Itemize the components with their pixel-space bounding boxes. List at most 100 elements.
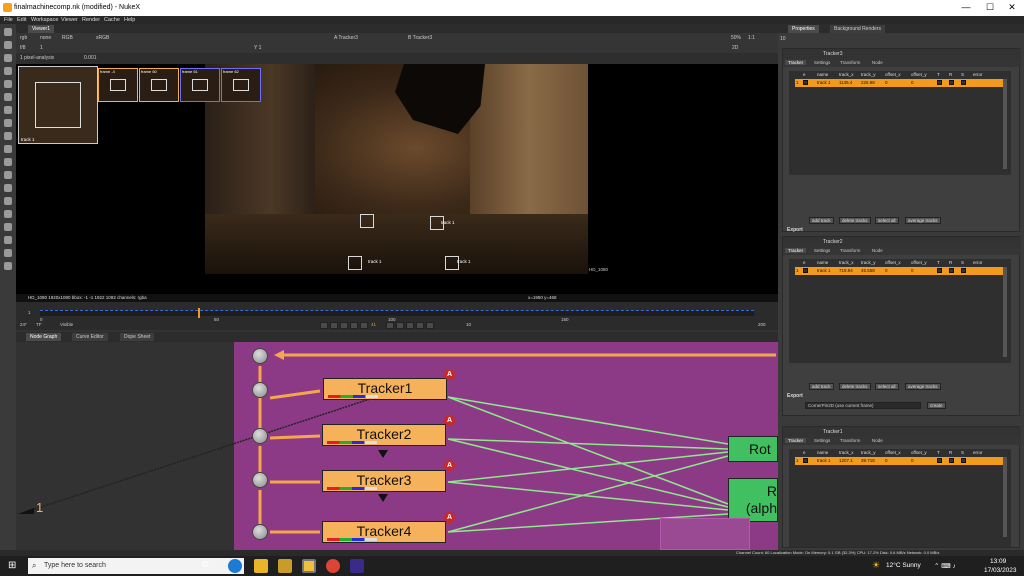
delete-tracks-button[interactable]: delete tracks bbox=[839, 217, 871, 224]
fps-dropdown[interactable]: 24* bbox=[20, 322, 27, 327]
lut-dropdown[interactable]: sRGB bbox=[96, 35, 109, 41]
play-forward-button[interactable] bbox=[396, 322, 404, 329]
chrome-icon[interactable] bbox=[326, 559, 340, 573]
tracker2-node[interactable]: Tracker2 bbox=[322, 424, 446, 446]
menu-file[interactable]: File bbox=[4, 17, 13, 23]
dot-node[interactable] bbox=[252, 524, 268, 540]
panel-node-name[interactable]: Tracker2 bbox=[823, 239, 843, 245]
file-explorer-icon[interactable] bbox=[254, 559, 268, 573]
rotate-checkbox[interactable] bbox=[949, 458, 954, 463]
minimize-button[interactable]: — bbox=[960, 2, 972, 14]
keyframe-thumb[interactable]: frame 60 bbox=[139, 68, 179, 102]
select-all-button[interactable]: select all bbox=[875, 217, 899, 224]
prev-frame-button[interactable] bbox=[360, 322, 368, 329]
tab-node-graph[interactable]: Node Graph bbox=[26, 333, 62, 341]
table-scrollbar[interactable] bbox=[1003, 457, 1007, 537]
particles-tool-icon[interactable] bbox=[4, 184, 12, 192]
select-all-button[interactable]: select all bbox=[875, 383, 899, 390]
views-tool-icon[interactable] bbox=[4, 158, 12, 166]
task-view-icon[interactable]: ⧉ bbox=[202, 559, 216, 573]
fstop-field[interactable]: f/8 bbox=[20, 45, 26, 51]
draw-tool-icon[interactable] bbox=[4, 41, 12, 49]
menu-viewer[interactable]: Viewer bbox=[61, 17, 78, 23]
keyframe-thumb[interactable]: frame -4 bbox=[98, 68, 138, 102]
tab-dope-sheet[interactable]: Dope Sheet bbox=[120, 333, 155, 341]
menu-cache[interactable]: Cache bbox=[104, 17, 120, 23]
windows-start-icon[interactable]: ⊞ bbox=[8, 560, 16, 571]
rotate-checkbox[interactable] bbox=[949, 80, 954, 85]
menu-workspace[interactable]: Workspace bbox=[31, 17, 58, 23]
zoom-dropdown[interactable]: 50% bbox=[731, 35, 741, 41]
view-dropdown[interactable]: 2D bbox=[732, 45, 738, 51]
tab-tracker[interactable]: Tracker bbox=[785, 248, 807, 253]
play-backward-button[interactable] bbox=[350, 322, 358, 329]
max-panels-field[interactable]: 10 bbox=[780, 36, 786, 42]
minimap[interactable] bbox=[660, 518, 750, 550]
table-row[interactable]: 1 track 1 1207.1 39.718 0 0 bbox=[795, 457, 1007, 465]
menu-help[interactable]: Help bbox=[124, 17, 135, 23]
time-tool-icon[interactable] bbox=[4, 54, 12, 62]
tab-settings[interactable]: Settings bbox=[811, 438, 833, 443]
table-scrollbar[interactable] bbox=[1003, 267, 1007, 357]
color-tool-icon[interactable] bbox=[4, 80, 12, 88]
tab-transform[interactable]: Transform bbox=[837, 248, 863, 253]
close-button[interactable]: ✕ bbox=[1006, 2, 1018, 14]
table-scrollbar[interactable] bbox=[1003, 79, 1007, 169]
cara-tool-icon[interactable] bbox=[4, 262, 12, 270]
range-mode-dropdown[interactable]: Visible bbox=[60, 322, 73, 327]
dot-node[interactable] bbox=[252, 348, 268, 364]
average-tracks-button[interactable]: average tracks bbox=[905, 217, 941, 224]
scale-checkbox[interactable] bbox=[961, 268, 966, 273]
toolsets-tool-icon[interactable] bbox=[4, 210, 12, 218]
frame-field[interactable]: 1 bbox=[40, 45, 43, 51]
keyer-tool-icon[interactable] bbox=[4, 106, 12, 114]
end-frame[interactable]: 200 bbox=[758, 322, 766, 327]
tab-node[interactable]: Node bbox=[869, 60, 886, 65]
other-tool-icon[interactable] bbox=[4, 223, 12, 231]
tab-transform[interactable]: Transform bbox=[837, 438, 863, 443]
keyframe-thumb[interactable]: frame 62 bbox=[221, 68, 261, 102]
scale-checkbox[interactable] bbox=[961, 80, 966, 85]
rotate-checkbox[interactable] bbox=[949, 268, 954, 273]
tracker-widget[interactable] bbox=[360, 214, 374, 228]
dot-node[interactable] bbox=[252, 428, 268, 444]
weather-text[interactable]: 12°C Sunny bbox=[886, 562, 921, 569]
tab-tracker[interactable]: Tracker bbox=[785, 60, 807, 65]
filter-tool-icon[interactable] bbox=[4, 93, 12, 101]
tray-icons[interactable]: ⌃ ⌨ ♪ bbox=[934, 562, 956, 570]
dot-node[interactable] bbox=[252, 382, 268, 398]
y-field[interactable]: Y 1 bbox=[254, 45, 261, 51]
next-key-button[interactable] bbox=[416, 322, 424, 329]
edge-icon[interactable] bbox=[228, 559, 242, 573]
prev-key-button[interactable] bbox=[330, 322, 338, 329]
enable-checkbox[interactable] bbox=[803, 458, 808, 463]
furnace-tool-icon[interactable] bbox=[4, 236, 12, 244]
tab-node[interactable]: Node bbox=[869, 248, 886, 253]
add-track-button[interactable]: add track bbox=[809, 217, 834, 224]
enable-checkbox[interactable] bbox=[803, 268, 808, 273]
scale-checkbox[interactable] bbox=[961, 458, 966, 463]
merge-node[interactable]: R (alph bbox=[728, 478, 778, 522]
tracker1-node[interactable]: Tracker1 bbox=[323, 378, 447, 400]
input-b-dropdown[interactable]: B Tracker3 bbox=[408, 35, 432, 41]
panel-node-name[interactable]: Tracker1 bbox=[823, 429, 843, 435]
image-tool-icon[interactable] bbox=[4, 28, 12, 36]
merge-tool-icon[interactable] bbox=[4, 119, 12, 127]
average-tracks-button[interactable]: average tracks bbox=[905, 383, 941, 390]
tab-transform[interactable]: Transform bbox=[837, 60, 863, 65]
maximize-button[interactable]: ☐ bbox=[984, 2, 996, 14]
alpha-dropdown[interactable]: none bbox=[40, 35, 51, 41]
table-row[interactable]: 1 track 1 1145.4 226.98 0 0 bbox=[795, 79, 1007, 87]
clock-time[interactable]: 13:09 bbox=[990, 558, 1006, 565]
ratio-dropdown[interactable]: 1:1 bbox=[748, 35, 755, 41]
tab-properties[interactable]: Properties bbox=[788, 25, 819, 33]
roto-node[interactable]: Rot bbox=[728, 436, 778, 462]
nuke-taskbar-icon[interactable] bbox=[278, 559, 292, 573]
menu-render[interactable]: Render bbox=[82, 17, 100, 23]
first-frame-button[interactable] bbox=[320, 322, 328, 329]
input-a-dropdown[interactable]: A Tracker3 bbox=[334, 35, 358, 41]
start-frame[interactable]: 1 bbox=[28, 310, 31, 315]
timeline-track[interactable] bbox=[40, 310, 754, 316]
deep-tool-icon[interactable] bbox=[4, 197, 12, 205]
gain-field[interactable]: 0.001 bbox=[84, 55, 97, 61]
